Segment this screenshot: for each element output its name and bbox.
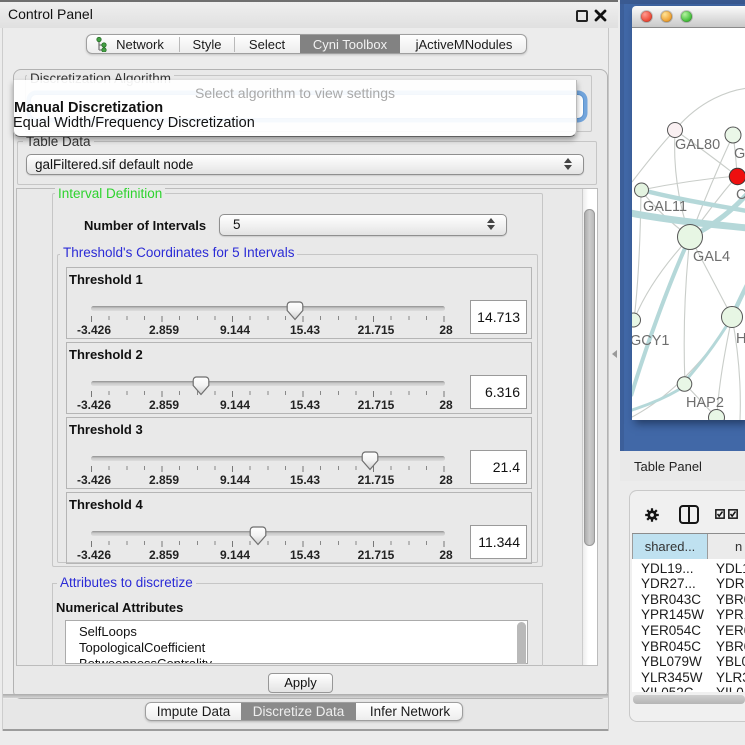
svg-text:C: C [736, 187, 745, 203]
svg-text:HAP2: HAP2 [686, 395, 724, 411]
svg-text:GAL4: GAL4 [693, 249, 730, 265]
svg-text:GAL80: GAL80 [675, 137, 720, 153]
svg-text:GA: GA [734, 146, 745, 162]
svg-text:GCY1: GCY1 [632, 333, 670, 349]
svg-text:H: H [736, 331, 745, 347]
svg-text:GAL11: GAL11 [643, 199, 687, 215]
